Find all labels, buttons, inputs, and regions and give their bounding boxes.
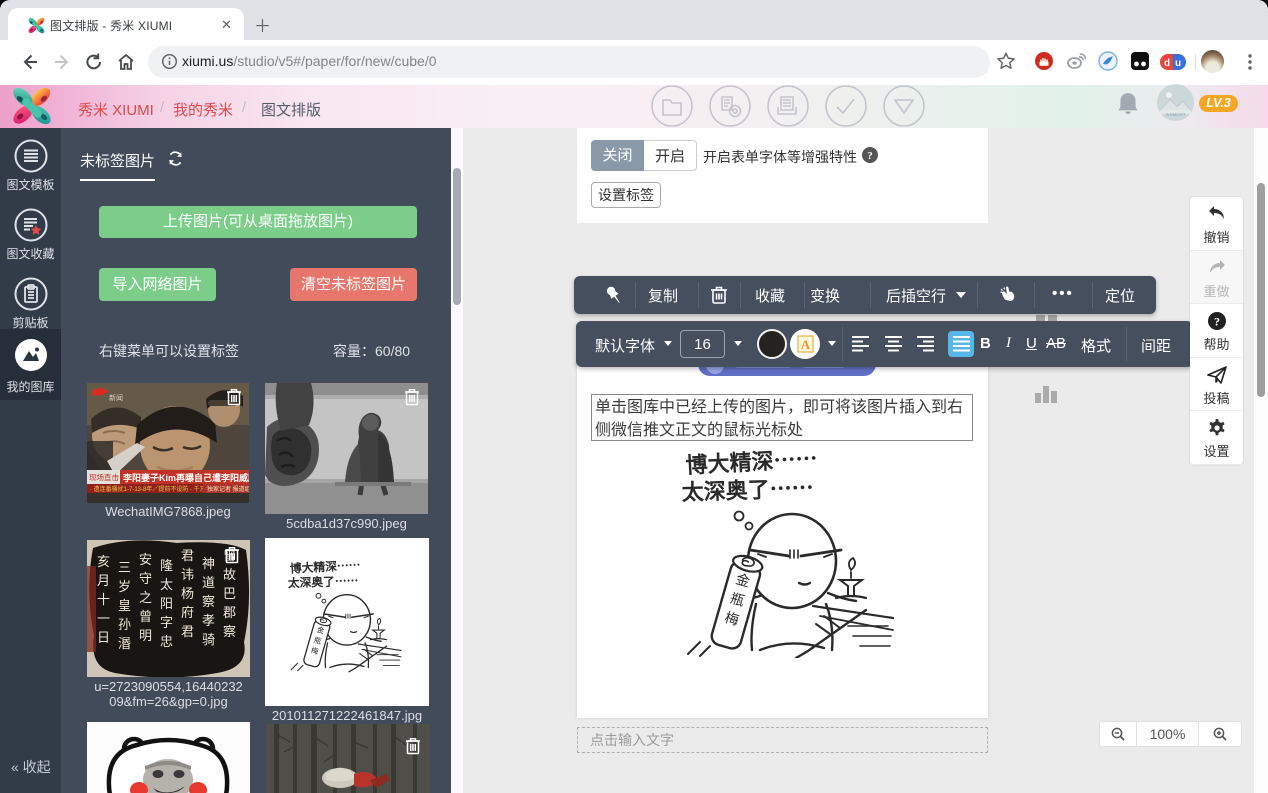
svg-text:d: d bbox=[1164, 58, 1170, 69]
svg-text:?: ? bbox=[867, 150, 873, 162]
svg-text:李阳妻子Kim再曝自己遭李阳威胁: 李阳妻子Kim再曝自己遭李阳威胁 bbox=[122, 472, 249, 483]
svg-text:?: ? bbox=[1214, 315, 1220, 329]
svg-text:A: A bbox=[801, 337, 811, 352]
svg-text:独家记者 报道组: 独家记者 报道组 bbox=[207, 485, 249, 493]
svg-text:· 遭连番骚扰1-7-13-8年／提前不设防 · 千万三胎: · 遭连番骚扰1-7-13-8年／提前不设防 · 千万三胎 bbox=[90, 485, 218, 493]
svg-text:u: u bbox=[1175, 58, 1181, 69]
svg-text:现场直击: 现场直击 bbox=[89, 472, 119, 482]
svg-text:WSMART: WSMART bbox=[1166, 112, 1186, 117]
svg-text:新闻: 新闻 bbox=[109, 393, 123, 402]
